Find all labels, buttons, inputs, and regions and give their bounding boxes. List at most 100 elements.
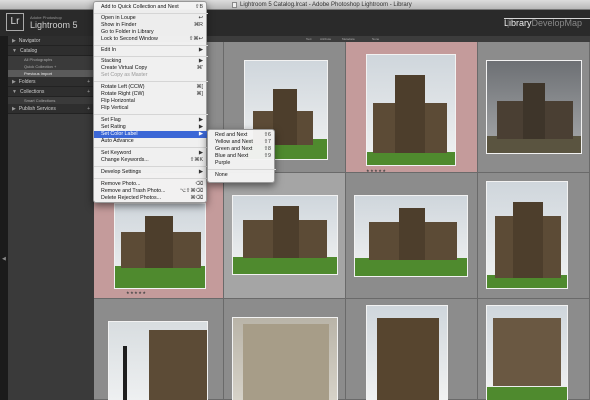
menu-item-label: Auto Advance xyxy=(101,138,134,144)
menu-item-shortcut: ⌘⌫ xyxy=(190,195,203,201)
collection-smart-collections[interactable]: Smart Collections xyxy=(8,97,94,104)
menu-item-auto-advance[interactable]: Auto Advance xyxy=(94,138,208,145)
menu-item-show-in-finder[interactable]: Show in Finder ⌘R xyxy=(94,22,208,29)
submenu-item-shortcut: ⇧8 xyxy=(263,146,271,152)
panel-folders[interactable]: ▶ Folders + xyxy=(8,77,94,87)
menu-item-remove-photo[interactable]: Remove Photo... ⌫ xyxy=(94,181,208,188)
photo-thumbnail[interactable] xyxy=(354,195,468,277)
menu-item-remove-and-trash[interactable]: Remove and Trash Photo... ⌥⇧⌘⌫ xyxy=(94,188,208,195)
menu-item-delete-rejected[interactable]: Delete Rejected Photos... ⌘⌫ xyxy=(94,195,208,202)
catalog-item-quick-collection[interactable]: Quick Collection + xyxy=(8,63,94,70)
expand-triangle-icon: ▶ xyxy=(12,38,16,44)
grid-cell[interactable] xyxy=(478,42,590,173)
photo-thumbnail[interactable] xyxy=(486,60,582,154)
menu-item-shortcut: ⌘' xyxy=(196,65,203,71)
collapse-triangle-icon: ▼ xyxy=(12,48,17,54)
panel-publish-services[interactable]: ▶ Publish Services + xyxy=(8,104,94,114)
submenu-item-purple[interactable]: Purple xyxy=(208,160,276,167)
submenu-item-green-and-next[interactable]: Green and Next ⇧8 xyxy=(208,146,276,153)
menu-item-flip-horizontal[interactable]: Flip Horizontal xyxy=(94,98,208,105)
submenu-item-label: Green and Next xyxy=(215,146,253,152)
grid-cell[interactable] xyxy=(346,173,478,299)
menu-item-flip-vertical[interactable]: Flip Vertical xyxy=(94,105,208,112)
menu-item-label: Open in Loupe xyxy=(101,15,136,21)
photo-thumbnail[interactable] xyxy=(114,203,206,289)
menu-item-set-keyword[interactable]: Set Keyword ▶ xyxy=(94,150,208,157)
context-menu: Add to Quick Collection and Next ⇧B Open … xyxy=(93,1,208,203)
panel-publish-label: Publish Services xyxy=(18,106,56,112)
menu-item-set-color-label[interactable]: Set Color Label ▶ xyxy=(94,131,208,138)
menu-item-create-virtual-copy[interactable]: Create Virtual Copy ⌘' xyxy=(94,65,208,72)
panel-collections[interactable]: ▼ Collections + xyxy=(8,87,94,97)
submenu-item-label: Blue and Next xyxy=(215,153,249,159)
identity-plate: Lr Adobe Photoshop Lightroom 5 Library | D… xyxy=(0,10,590,36)
menu-item-open-in-loupe[interactable]: Open in Loupe ↩ xyxy=(94,15,208,22)
menu-item-label: Rotate Right (CW) xyxy=(101,91,145,97)
grid-cell[interactable] xyxy=(478,299,590,400)
lightroom-logo-icon: Lr xyxy=(6,13,24,31)
menu-item-shortcut: ⌫ xyxy=(195,181,204,187)
module-map[interactable]: Map xyxy=(564,18,582,28)
submenu-arrow-icon: ▶ xyxy=(198,117,203,123)
catalog-item-all-photographs[interactable]: All Photographs xyxy=(8,56,94,63)
menu-item-label: Create Virtual Copy xyxy=(101,65,148,71)
rating-stars[interactable]: ★★★★★ xyxy=(126,290,146,295)
collapse-arrow-icon[interactable]: ◀ xyxy=(2,256,6,262)
menu-item-add-quick-collection[interactable]: Add to Quick Collection and Next ⇧B xyxy=(94,4,208,11)
submenu-arrow-icon: ▶ xyxy=(198,58,203,64)
photo-thumbnail[interactable] xyxy=(486,181,568,289)
grid-cell[interactable] xyxy=(346,299,478,400)
submenu-item-blue-and-next[interactable]: Blue and Next ⇧9 xyxy=(208,153,276,160)
menu-item-label: Rotate Left (CCW) xyxy=(101,84,145,90)
submenu-arrow-icon: ▶ xyxy=(198,131,203,137)
menu-item-label: Change Keywords... xyxy=(101,157,149,163)
submenu-item-label: Yellow and Next xyxy=(215,139,253,145)
add-folder-icon[interactable]: + xyxy=(87,77,90,87)
submenu-item-label: None xyxy=(215,172,228,178)
grid-cell[interactable] xyxy=(224,299,346,400)
menu-item-change-keywords[interactable]: Change Keywords... ⇧⌘K xyxy=(94,157,208,164)
catalog-item-previous-import[interactable]: Previous Import xyxy=(8,70,94,77)
brand-title: Lightroom 5 xyxy=(30,20,78,30)
menu-item-edit-in[interactable]: Edit In ▶ xyxy=(94,47,208,54)
photo-thumbnail[interactable] xyxy=(232,317,338,400)
submenu-item-shortcut: ⇧6 xyxy=(263,132,271,138)
menu-item-rotate-right[interactable]: Rotate Right (CW) ⌘] xyxy=(94,91,208,98)
grid-cell[interactable] xyxy=(478,173,590,299)
photo-thumbnail[interactable] xyxy=(366,54,456,166)
submenu-item-red-and-next[interactable]: Red and Next ⇧6 xyxy=(208,132,276,139)
menu-item-lock-second-window[interactable]: Lock to Second Window ⇧⌘↩ xyxy=(94,36,208,43)
menu-item-develop-settings[interactable]: Develop Settings ▶ xyxy=(94,169,208,176)
color-label-submenu: Red and Next ⇧6 Yellow and Next ⇧7 Green a… xyxy=(207,129,276,183)
panel-catalog[interactable]: ▼ Catalog xyxy=(8,46,94,56)
panel-navigator-label: Navigator xyxy=(18,38,41,44)
submenu-item-shortcut: ⇧7 xyxy=(263,139,271,145)
left-panel-edge[interactable]: ◀ xyxy=(0,36,8,400)
add-collection-icon[interactable]: + xyxy=(87,87,90,97)
photo-thumbnail[interactable] xyxy=(486,305,568,400)
photo-thumbnail[interactable] xyxy=(108,321,208,400)
submenu-item-shortcut: ⇧9 xyxy=(263,153,271,159)
submenu-item-yellow-and-next[interactable]: Yellow and Next ⇧7 xyxy=(208,139,276,146)
menu-item-label: Flip Horizontal xyxy=(101,98,135,104)
left-panel: ▶ Navigator ▼ Catalog All Photographs Quic… xyxy=(8,36,94,400)
menu-divider xyxy=(94,114,208,115)
panel-collections-label: Collections xyxy=(19,89,45,95)
menu-item-rotate-left[interactable]: Rotate Left (CCW) ⌘[ xyxy=(94,84,208,91)
module-develop[interactable]: Develop xyxy=(531,18,564,28)
grid-cell[interactable] xyxy=(224,173,346,299)
grid-cell[interactable] xyxy=(94,299,224,400)
grid-cell-selected[interactable]: ★★★★★ xyxy=(346,42,478,173)
photo-thumbnail[interactable] xyxy=(232,195,338,275)
menu-item-set-flag[interactable]: Set Flag ▶ xyxy=(94,117,208,124)
menu-item-set-rating[interactable]: Set Rating ▶ xyxy=(94,124,208,131)
photo-thumbnail[interactable] xyxy=(366,305,448,400)
add-publish-icon[interactable]: + xyxy=(87,104,90,114)
submenu-item-none[interactable]: None xyxy=(208,172,276,179)
menu-item-label: Edit In xyxy=(101,47,117,53)
menu-item-shortcut: ⌘] xyxy=(196,91,203,97)
menu-item-label: Set Keyword xyxy=(101,150,132,156)
panel-navigator[interactable]: ▶ Navigator xyxy=(8,36,94,46)
menu-item-go-to-folder[interactable]: Go to Folder in Library xyxy=(94,29,208,36)
menu-item-stacking[interactable]: Stacking ▶ xyxy=(94,58,208,65)
